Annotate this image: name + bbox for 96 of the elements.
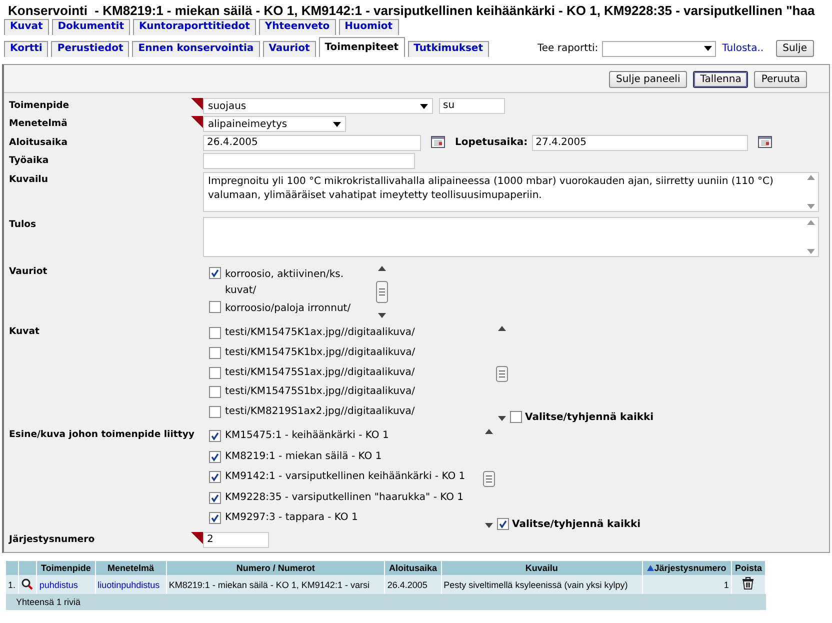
dropdown-caret-icon (704, 46, 712, 51)
field-label: Kuvat (9, 325, 40, 339)
tab[interactable]: Toimenpiteet (318, 37, 405, 57)
close-button[interactable]: Sulje (776, 40, 814, 57)
field-label: Lopetusaika: (455, 136, 528, 148)
scroll-up-arrow-icon (807, 175, 815, 180)
panel-button[interactable]: Tallenna (693, 71, 748, 88)
date-field[interactable]: 27.4.2005 (532, 135, 748, 151)
checkbox-label: KM9228:35 - varsiputkellinen "haarukka" - KO 1 (225, 492, 464, 503)
dropdown-caret-icon (333, 122, 341, 126)
date-field[interactable]: 26.4.2005 (203, 135, 421, 151)
checkbox[interactable] (209, 492, 221, 504)
column-header[interactable]: Kuvailu (441, 561, 642, 575)
checkbox-label: testi/KM15475K1ax.jpg//digitaalikuva/ (225, 327, 415, 338)
checkbox-label: testi/KM15475S1ax.jpg//digitaalikuva/ (225, 366, 415, 378)
column-header[interactable]: Numero / Numerot (166, 561, 385, 575)
checkbox-label: Valitse/tyhjennä kaikki (512, 518, 641, 530)
tab[interactable]: Huomiot (338, 19, 399, 35)
field-label: Tulos (9, 218, 38, 232)
window-title: Konservointi - KM8219:1 - miekan säilä - KO 1, KM9142:1 - varsiputkellinen keihäänkärki - KO 1, KM9228:35 - varsiputkellinen "haa (7, 2, 816, 19)
scrollbar-thumb-icon (376, 281, 388, 303)
panel-button[interactable]: Sulje paneeli (608, 71, 688, 88)
tab[interactable]: Tutkimukset (408, 41, 489, 57)
scroll-down-arrow-icon (807, 204, 815, 209)
dropdown-caret-icon (420, 104, 428, 108)
column-header[interactable]: Aloitusaika (384, 561, 442, 575)
row-number: 1. (6, 575, 19, 594)
checkbox-label: KM15475:1 - keihäänkärki - KO 1 (225, 430, 389, 441)
tab[interactable]: Ennen konservointia (132, 41, 260, 57)
tab[interactable]: Yhteenveto (258, 19, 336, 35)
field-label: Toimenpide (9, 99, 70, 113)
checkbox-label: KM9142:1 - varsiputkellinen keihäänkärki - KO 1 (225, 471, 466, 482)
checkbox-label: Valitse/tyhjennä kaikki (525, 412, 654, 422)
tab[interactable]: Kuntoraporttitiedot (133, 19, 256, 35)
scroll-up-arrow-icon (807, 220, 815, 225)
field-label: Kuvailu (9, 173, 49, 187)
field-label: Työaika (9, 154, 50, 168)
checkbox[interactable] (209, 267, 221, 279)
checkbox[interactable] (209, 301, 221, 313)
scrollbar-thumb-icon (496, 366, 508, 382)
dropdown-field[interactable]: alipaineimeytys (203, 116, 346, 132)
scroll-down-arrow-icon (485, 523, 493, 528)
tab[interactable]: Vauriot (262, 41, 316, 57)
checkbox[interactable] (209, 366, 221, 379)
checkbox[interactable] (209, 450, 221, 463)
column-header[interactable]: Järjestysnumero (642, 561, 732, 575)
tab[interactable]: Kortti (4, 41, 48, 57)
checkbox-label: KM9297:3 - tappara - KO 1 (225, 512, 358, 524)
scroll-up-arrow-icon (485, 429, 493, 434)
calendar-icon[interactable] (431, 136, 445, 148)
checkbox[interactable] (209, 406, 221, 418)
checkbox[interactable] (510, 411, 522, 423)
checkbox-label: testi/KM15475K1bx.jpg//digitaalikuva/ (225, 346, 416, 358)
panel-button[interactable]: Peruuta (754, 71, 807, 88)
checkbox-label: testi/KM15475S1bx.jpg//digitaalikuva/ (225, 386, 415, 398)
print-link[interactable]: Tulosta.. (722, 43, 764, 54)
checkbox[interactable] (209, 346, 221, 359)
calendar-icon[interactable] (758, 136, 772, 148)
table-cell: Pesty siveltimellä ksyleenissä (vain yksi kylpy) (441, 575, 642, 594)
column-header[interactable]: Poista (731, 561, 766, 575)
report-label: Tee raportti: (537, 43, 598, 54)
checkbox[interactable] (209, 386, 221, 398)
tab[interactable]: Perustiedot (51, 41, 130, 57)
table-cell: 26.4.2005 (384, 575, 442, 594)
field-label: Vauriot (9, 265, 48, 279)
field-label: Järjestysnumero (9, 533, 96, 547)
text-area[interactable]: Impregnoitu yli 100 °C mikrokristallivahalla alipaineessa (1000 mbar) vuorokauden ajan, siirretty uuniin (110 °C) valumaan, ylimääräiset vahatipat imeytetty teollisuusimupaperiin. (203, 172, 819, 212)
tab[interactable]: Kuvat (4, 19, 49, 35)
text-field[interactable]: 2 (203, 532, 269, 548)
search-icon (21, 578, 34, 590)
column-header[interactable]: Menetelmä (95, 561, 166, 575)
scrollbar-thumb-icon (483, 470, 495, 486)
trash-icon[interactable] (742, 577, 754, 590)
checkbox[interactable] (209, 430, 221, 442)
table-cell: KM8219:1 - miekan säilä - KO 1, KM9142:1 - varsi (166, 575, 385, 594)
scroll-down-arrow-icon (498, 416, 506, 421)
scroll-down-arrow-icon (378, 313, 386, 318)
field-label: Aloitusaika (9, 136, 68, 150)
checkbox[interactable] (209, 471, 221, 484)
scroll-up-arrow-icon (498, 326, 506, 331)
checkbox-label: testi/KM8219S1ax2.jpg//digitaalikuva/ (225, 406, 415, 418)
text-field[interactable] (203, 153, 415, 169)
code-field[interactable]: su (439, 98, 505, 114)
checkbox[interactable] (497, 518, 509, 530)
checkbox-label: KM8219:1 - miekan säilä - KO 1 (225, 450, 382, 462)
scroll-up-arrow-icon (378, 266, 386, 271)
checkbox[interactable] (209, 512, 221, 524)
column-header[interactable]: Toimenpide (36, 561, 96, 575)
tab[interactable]: Dokumentit (52, 19, 130, 35)
scroll-down-arrow-icon (807, 249, 815, 254)
table-cell: 1 (642, 575, 732, 594)
row-count: Yhteensä 1 riviä (15, 596, 82, 609)
dropdown-field[interactable]: suojaus (203, 98, 433, 114)
field-label: Menetelmä (9, 117, 68, 131)
checkbox-label: korroosio/paloja irronnut/ (225, 302, 351, 316)
checkbox[interactable] (209, 327, 221, 339)
